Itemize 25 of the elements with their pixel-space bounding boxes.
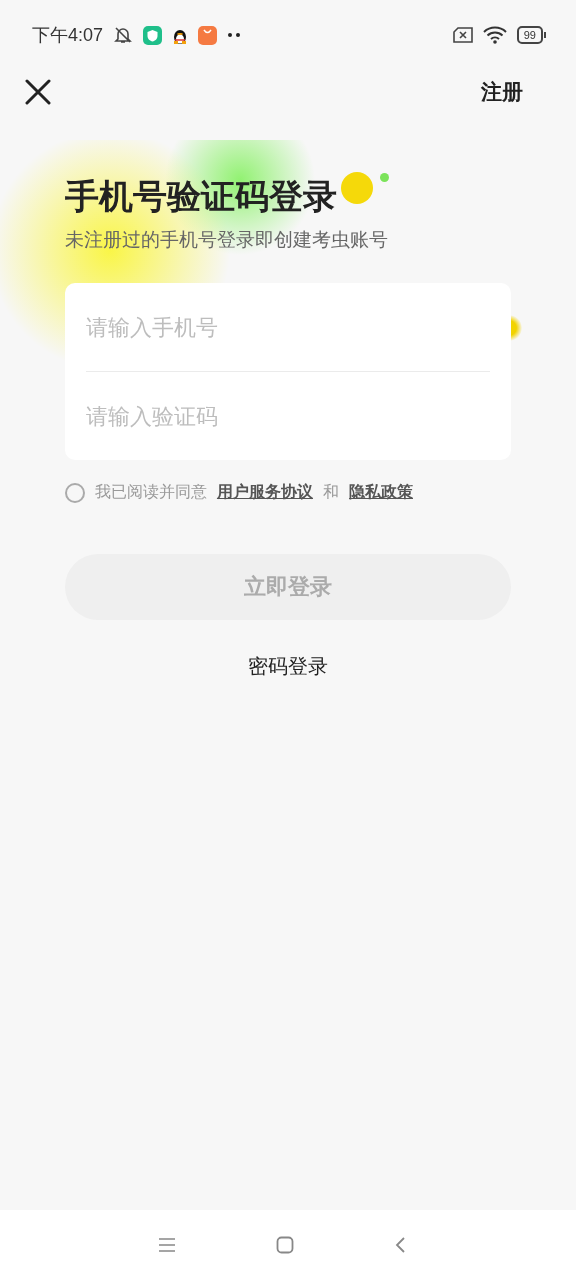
no-sim-icon [452,27,473,43]
menu-icon[interactable] [158,1237,176,1253]
home-icon[interactable] [276,1236,294,1254]
joiner-text: 和 [323,482,339,503]
agreement-text: 我已阅读并同意 [95,482,207,503]
bag-app-icon [198,25,218,45]
input-field[interactable]: 请输入验证码 [65,372,511,460]
policy-link[interactable]: 隐私政策 [349,482,413,503]
register-link[interactable]: 注册 [481,78,523,106]
muted-bell-icon [113,25,134,45]
more-icon [227,33,242,37]
input-field[interactable]: 请输入手机号 [65,283,511,371]
agree-checkbox[interactable] [65,482,85,503]
dot-decoration [380,173,389,182]
shield-app-icon [143,25,163,45]
dot-decoration [341,172,373,204]
back-icon[interactable] [394,1236,406,1254]
battery-icon: 99 [516,26,546,44]
page-title: 手机号验证码登录 [65,175,337,218]
password-login-link[interactable]: 密码登录 [242,652,334,681]
policy-link[interactable]: 用户服务协议 [217,482,313,503]
subtitle: 未注册过的手机号登录即创建考虫账号 [65,227,388,252]
close-icon[interactable] [25,79,51,105]
wifi-icon [482,26,507,44]
status-time: 下午4:07 [32,24,104,47]
